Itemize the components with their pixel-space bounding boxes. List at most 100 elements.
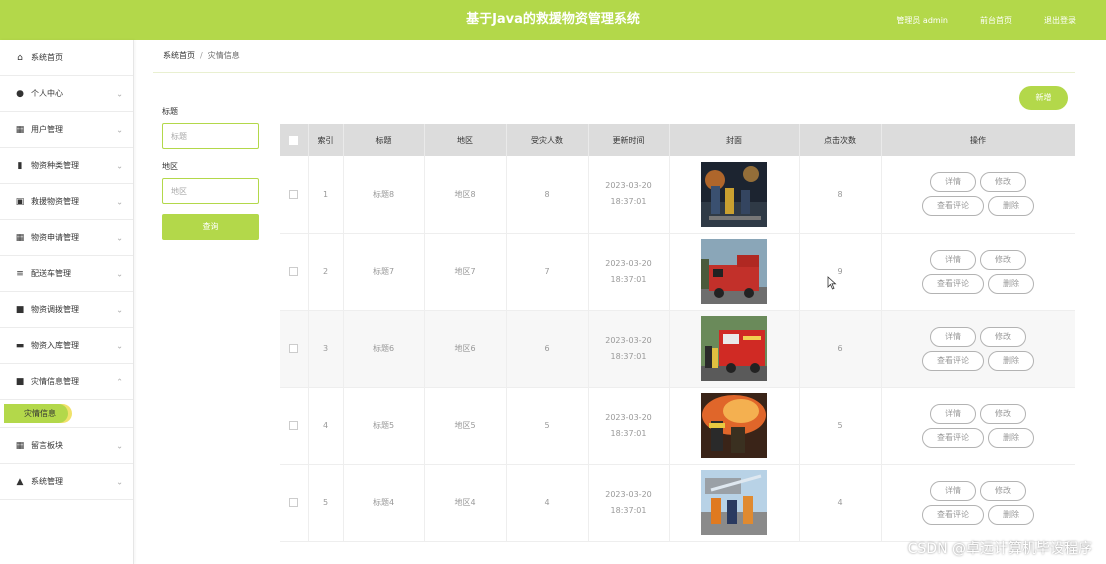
search-button[interactable]: 查询 [162, 214, 259, 240]
sidebar-item-label: 留言板块 [31, 441, 63, 450]
sidebar-item-sidebar-items-7[interactable]: ■ 物资调拨管理 ⌄ [0, 292, 133, 328]
grid-icon: ▦ [15, 232, 25, 243]
victims-cell: 5 [506, 387, 589, 465]
sidebar-item-sidebar-items-8[interactable]: ▬ 物资入库管理 ⌄ [0, 328, 133, 364]
row-checkbox[interactable] [289, 421, 299, 430]
clicks-cell: 6 [799, 310, 882, 388]
view-reviews-button[interactable]: 查看评论 [922, 196, 984, 217]
bar-chart-icon: ▮ [17, 160, 23, 171]
top-links: 管理员 admin 前台首页 退出登录 [896, 0, 1076, 40]
chevron-down-icon: ⌄ [116, 477, 123, 486]
table-header-row: 索引 标题 地区 受灾人数 更新时间 封面 点击次数 操作 [280, 124, 1075, 156]
edit-button[interactable]: 修改 [980, 480, 1026, 501]
sidebar-item-sidebar-items_after-1[interactable]: ▲ 系统管理 ⌄ [0, 464, 133, 500]
victims-cell: 6 [506, 310, 589, 388]
select-all-cell [280, 124, 309, 156]
cover-cell [669, 156, 800, 234]
sidebar-item-sidebar-items-5[interactable]: ▦ 物资申请管理 ⌄ [0, 220, 133, 256]
update-time-cell: 2023-03-20 18:37:01 [588, 156, 670, 234]
home-icon: ⌂ [17, 52, 23, 63]
person-icon: ● [16, 88, 24, 99]
current-user: 管理员 admin [896, 15, 948, 25]
update-time-cell: 2023-03-20 18:37:01 [588, 464, 670, 542]
add-button[interactable]: 新增 [1019, 86, 1068, 110]
row-checkbox[interactable] [289, 189, 299, 199]
sidebar-item-sidebar-items-6[interactable]: ≡ 配送车管理 ⌄ [0, 256, 133, 292]
sidebar-item-label: 物资申请管理 [31, 233, 79, 242]
title-cell: 标题6 [343, 310, 425, 388]
delete-button[interactable]: 删除 [988, 504, 1034, 525]
front-page-link[interactable]: 前台首页 [980, 15, 1012, 26]
column-header: 更新时间 [588, 124, 670, 156]
detail-button[interactable]: 详情 [930, 326, 976, 347]
region-cell: 地区7 [424, 233, 507, 311]
index-cell: 2 [308, 233, 344, 311]
breadcrumb-home[interactable]: 系统首页 [163, 51, 195, 60]
mouse-cursor-icon [827, 276, 837, 290]
sidebar-subitem-active[interactable]: 灾情信息 [4, 404, 68, 423]
detail-button[interactable]: 详情 [930, 403, 976, 424]
sidebar-item-sidebar-items-1[interactable]: ● 个人中心 ⌄ [0, 76, 133, 112]
row-checkbox[interactable] [289, 498, 299, 507]
column-header: 标题 [343, 124, 425, 156]
actions-cell: 详情 修改查看评论 删除 [881, 233, 1075, 311]
sidebar-item-sidebar-items-9[interactable]: ■ 灾情信息管理 ⌃ [0, 364, 133, 400]
edit-button[interactable]: 修改 [980, 172, 1026, 193]
row-select-cell [280, 387, 309, 465]
sidebar-item-label: 系统管理 [31, 477, 63, 486]
edit-button[interactable]: 修改 [980, 249, 1026, 270]
logout-link[interactable]: 退出登录 [1044, 15, 1076, 26]
chevron-down-icon: ⌄ [116, 161, 123, 170]
detail-button[interactable]: 详情 [930, 172, 976, 193]
title-cell: 标题4 [343, 464, 425, 542]
victims-cell: 4 [506, 464, 589, 542]
grid-icon: ▦ [15, 440, 25, 451]
edit-button[interactable]: 修改 [980, 326, 1026, 347]
victims-cell: 8 [506, 156, 589, 234]
select-all-checkbox[interactable] [289, 135, 299, 145]
sidebar-item-label: 救援物资管理 [31, 197, 79, 206]
sidebar-item-label: 物资种类管理 [31, 161, 79, 170]
sidebar-item-sidebar-items-3[interactable]: ▮ 物资种类管理 ⌄ [0, 148, 133, 184]
sidebar-item-sidebar-items-0[interactable]: ⌂ 系统首页 [0, 40, 133, 76]
column-header: 操作 [881, 124, 1075, 156]
index-cell: 3 [308, 310, 344, 388]
clicks-cell: 9 [799, 233, 882, 311]
sidebar-item-sidebar-items-4[interactable]: ▣ 救援物资管理 ⌄ [0, 184, 133, 220]
region-filter-input[interactable] [162, 178, 259, 204]
table-row: 4 标题5 地区5 5 2023-03-20 18:37:01 5 详情 修改 查看评论 删除 [280, 387, 1075, 465]
cover-cell [669, 464, 800, 542]
chevron-down-icon: ⌄ [116, 125, 123, 134]
update-time-cell: 2023-03-20 18:37:01 [588, 387, 670, 465]
view-reviews-button[interactable]: 查看评论 [922, 273, 984, 294]
detail-button[interactable]: 详情 [930, 249, 976, 270]
delete-button[interactable]: 删除 [988, 427, 1034, 448]
grid-icon: ▦ [15, 124, 25, 135]
index-cell: 1 [308, 156, 344, 234]
sidebar-item-sidebar-items-2[interactable]: ▦ 用户管理 ⌄ [0, 112, 133, 148]
row-checkbox[interactable] [289, 267, 299, 276]
view-reviews-button[interactable]: 查看评论 [922, 504, 984, 525]
delete-button[interactable]: 删除 [988, 273, 1034, 294]
index-cell: 5 [308, 464, 344, 542]
chevron-down-icon: ⌄ [116, 441, 123, 450]
delete-button[interactable]: 删除 [988, 196, 1034, 217]
sidebar-item-label: 配送车管理 [31, 269, 71, 278]
table-row: 1 标题8 地区8 8 2023-03-20 18:37:01 8 详情 修改 查看评论 删除 [280, 156, 1075, 234]
detail-button[interactable]: 详情 [930, 480, 976, 501]
title-filter-input[interactable] [162, 123, 259, 149]
cover-image [701, 470, 767, 535]
edit-button[interactable]: 修改 [980, 403, 1026, 424]
row-checkbox[interactable] [289, 344, 299, 353]
column-header: 封面 [669, 124, 800, 156]
update-time-cell: 2023-03-20 18:37:01 [588, 310, 670, 388]
delete-button[interactable]: 删除 [988, 350, 1034, 371]
view-reviews-button[interactable]: 查看评论 [922, 427, 984, 448]
sidebar-item-sidebar-items_after-0[interactable]: ▦ 留言板块 ⌄ [0, 428, 133, 464]
update-time-cell: 2023-03-20 18:37:01 [588, 233, 670, 311]
actions-cell: 详情 修改查看评论 删除 [881, 310, 1075, 388]
view-reviews-button[interactable]: 查看评论 [922, 350, 984, 371]
sidebar-item-label: 个人中心 [31, 89, 63, 98]
chevron-up-icon: ⌃ [116, 377, 123, 386]
title-filter-label: 标题 [162, 107, 178, 116]
